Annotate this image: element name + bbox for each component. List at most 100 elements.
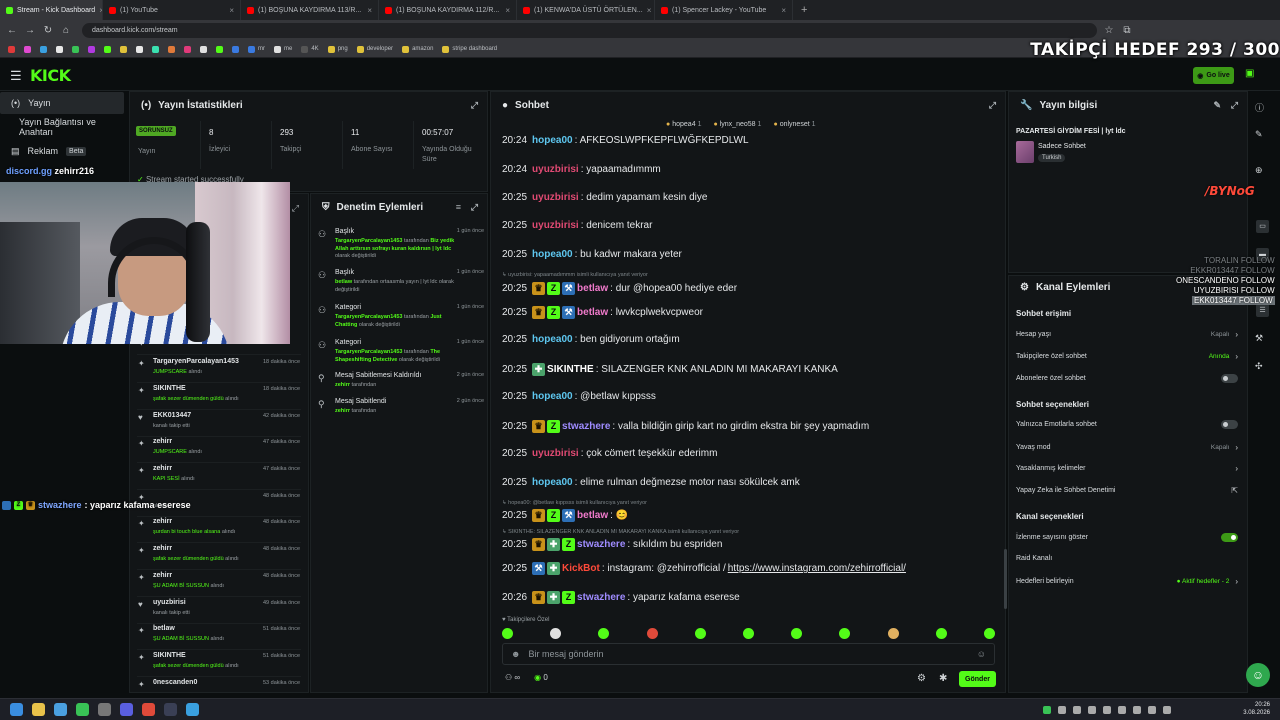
emote-icon[interactable]	[550, 628, 562, 639]
message-username[interactable]: uyuzbirisi	[532, 192, 579, 203]
crosshair-icon[interactable]: ⊕	[1255, 165, 1263, 176]
popout-icon[interactable]: ⤢	[989, 100, 996, 111]
send-button[interactable]: Gönder	[959, 671, 996, 687]
message-username[interactable]: betlaw	[577, 510, 608, 521]
close-icon[interactable]: ×	[505, 6, 510, 15]
emote-icon[interactable]	[791, 628, 803, 639]
message-username[interactable]: KickBot	[562, 563, 600, 574]
popout-icon[interactable]: ⤢	[471, 202, 478, 213]
browser-tab[interactable]: (1) BOŞUNA KAYDIRMA 112/R... ×	[379, 0, 517, 20]
message-username[interactable]: hopea00	[532, 249, 573, 260]
tray-icon[interactable]	[1118, 706, 1126, 714]
tray-icon[interactable]	[1103, 706, 1111, 714]
points-indicator[interactable]: ◉ 0	[534, 673, 548, 682]
settings-icon[interactable]: ⚙	[917, 673, 926, 684]
help-chat-button[interactable]: ☺	[1246, 663, 1270, 687]
home-icon[interactable]: ⌂	[60, 25, 72, 36]
message-username[interactable]: SIKINTHE	[547, 364, 594, 375]
url-field[interactable]: dashboard.kick.com/stream	[82, 23, 1097, 38]
message-username[interactable]: hopea00	[532, 135, 573, 146]
windows-start-icon[interactable]	[10, 703, 23, 716]
apps-icon[interactable]: ✣	[1255, 361, 1263, 372]
chevron-right-icon[interactable]: ›	[1235, 330, 1238, 339]
tray-icon[interactable]	[1043, 706, 1051, 714]
channel-setting-row[interactable]: Raid Kanalı	[1016, 555, 1238, 562]
close-icon[interactable]: ×	[367, 6, 372, 15]
emote-icon[interactable]	[694, 628, 706, 639]
channel-setting-row[interactable]: İzlenme sayısını göster	[1016, 533, 1238, 542]
popout-icon[interactable]: ⤢	[292, 203, 299, 214]
bookmark-item[interactable]: amazon	[402, 45, 433, 53]
bookmark-item[interactable]: mr	[248, 45, 265, 53]
bookmark-item[interactable]	[216, 45, 223, 53]
message-username[interactable]: betlaw	[577, 283, 608, 294]
viewers-indicator[interactable]: ⚇ ∞	[505, 673, 520, 682]
channel-setting-row[interactable]: Takipçilere özel sohbet Anında ›	[1016, 352, 1238, 361]
message-username[interactable]: hopea00	[532, 391, 573, 402]
file-explorer-icon[interactable]	[32, 703, 45, 716]
sidebar-item-stream-key[interactable]: Yayın Bağlantısı ve Anahtarı	[0, 116, 124, 138]
emote-icon[interactable]	[839, 628, 851, 639]
bookmark-item[interactable]	[232, 45, 239, 53]
edit-icon[interactable]: ✎	[1213, 100, 1221, 111]
browser-tab[interactable]: (1) Spencer Lackey - YouTube ×	[655, 0, 793, 20]
popout-icon[interactable]: ⤢	[1231, 100, 1238, 111]
info-icon[interactable]: ⓘ	[1255, 101, 1264, 114]
bookmark-item[interactable]	[104, 45, 111, 53]
sidebar-item-ads[interactable]: ▤ Reklam Beta	[0, 140, 124, 162]
browser-tab[interactable]: (1) BOŞUNA KAYDIRMA 113/R... ×	[241, 0, 379, 20]
toggle-switch[interactable]	[1221, 533, 1238, 542]
bookmark-item[interactable]: 4K	[301, 45, 319, 53]
reload-icon[interactable]: ↻	[42, 25, 54, 36]
extensions-icon[interactable]: ⧉	[1121, 25, 1133, 36]
pinned-gifter[interactable]: ● hopea4 1	[666, 121, 702, 128]
bookmark-item[interactable]	[88, 45, 95, 53]
chevron-right-icon[interactable]: ›	[1235, 443, 1238, 452]
close-icon[interactable]: ×	[781, 6, 786, 15]
chevron-right-icon[interactable]: ›	[1235, 577, 1238, 586]
card-icon[interactable]: ▭	[1256, 220, 1269, 233]
discord-icon[interactable]	[120, 703, 133, 716]
channel-setting-row[interactable]: Yasaklanmış kelimeler ›	[1016, 464, 1238, 473]
browser-tab[interactable]: (1) YouTube ×	[103, 0, 241, 20]
channel-setting-row[interactable]: Yavaş mod Kapalı ›	[1016, 443, 1238, 452]
message-username[interactable]: stwazhere	[562, 421, 610, 432]
channel-setting-row[interactable]: Yalnızca Emotlarla sohbet	[1016, 420, 1238, 429]
tray-icon[interactable]	[1073, 706, 1081, 714]
kick-square-icon[interactable]: ▣	[1245, 68, 1254, 79]
emote-icon[interactable]	[598, 628, 610, 639]
bookmark-item[interactable]: stripe dashboard	[442, 45, 497, 53]
bookmark-item[interactable]	[152, 45, 159, 53]
emote-icon[interactable]	[983, 628, 995, 639]
pencil-icon[interactable]: ✎	[1255, 129, 1263, 140]
menu-icon[interactable]: ☰	[10, 68, 22, 84]
message-username[interactable]: betlaw	[577, 307, 608, 318]
app-icon[interactable]	[142, 703, 155, 716]
bookmark-item[interactable]	[200, 45, 207, 53]
mod-tools-icon[interactable]: ✱	[939, 673, 947, 684]
message-username[interactable]: hopea00	[532, 477, 573, 488]
popout-icon[interactable]: ⤢	[471, 100, 478, 111]
tray-icon[interactable]	[1088, 706, 1096, 714]
emote-icon[interactable]	[935, 628, 947, 639]
spotify-icon[interactable]	[76, 703, 89, 716]
toggle-switch[interactable]	[1221, 420, 1238, 429]
emote-icon[interactable]	[887, 628, 899, 639]
new-tab-icon[interactable]: +	[793, 4, 815, 16]
star-icon[interactable]: ☆	[1103, 25, 1115, 36]
channel-setting-row[interactable]: Abonelere özel sohbet	[1016, 374, 1238, 383]
bookmark-item[interactable]: png	[327, 45, 348, 53]
bookmark-item[interactable]	[56, 45, 63, 53]
channel-setting-row[interactable]: Yapay Zeka ile Sohbet Denetimi ⇱	[1016, 486, 1238, 495]
bookmark-item[interactable]	[72, 45, 79, 53]
pinned-gifter[interactable]: ● onlyneset 1	[773, 121, 815, 128]
message-username[interactable]: uyuzbirisi	[532, 448, 579, 459]
emote-icon[interactable]	[742, 628, 754, 639]
bookmark-item[interactable]	[24, 45, 31, 53]
sidebar-item-stream[interactable]: (•) Yayın	[0, 92, 124, 114]
chevron-right-icon[interactable]: ›	[1235, 352, 1238, 361]
back-icon[interactable]: ←	[6, 25, 18, 36]
channel-setting-row[interactable]: Hedefleri belirleyin ● Aktif hedefler - 2…	[1016, 577, 1238, 586]
obs-icon[interactable]	[98, 703, 111, 716]
pinned-gifter[interactable]: ● lynx_neo58 1	[714, 121, 762, 128]
